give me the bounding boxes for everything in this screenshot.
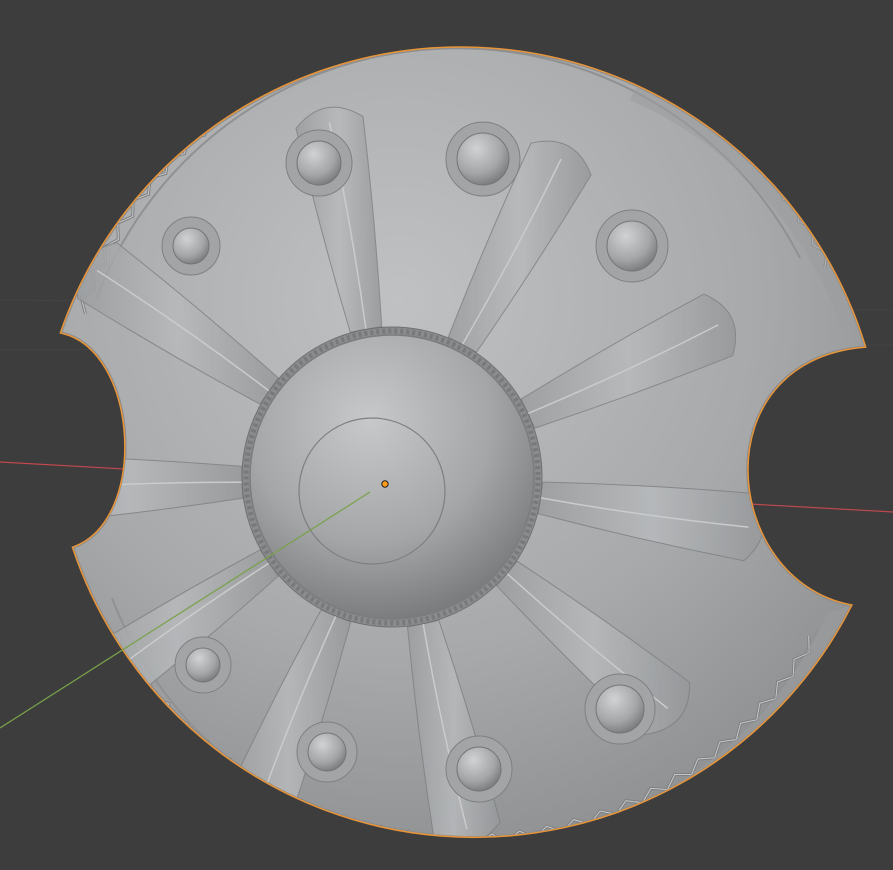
stud (595, 209, 669, 283)
shield-object[interactable] (17, 30, 867, 860)
stud (445, 735, 513, 803)
stud (584, 673, 656, 745)
shield-boss[interactable] (241, 326, 543, 628)
viewport-canvas[interactable] (0, 0, 893, 870)
stud (445, 121, 521, 197)
3d-viewport[interactable] (0, 0, 893, 870)
stud (285, 129, 353, 197)
object-origin[interactable] (381, 480, 389, 488)
stud (174, 636, 232, 694)
stud (296, 721, 358, 783)
stud (161, 216, 221, 276)
